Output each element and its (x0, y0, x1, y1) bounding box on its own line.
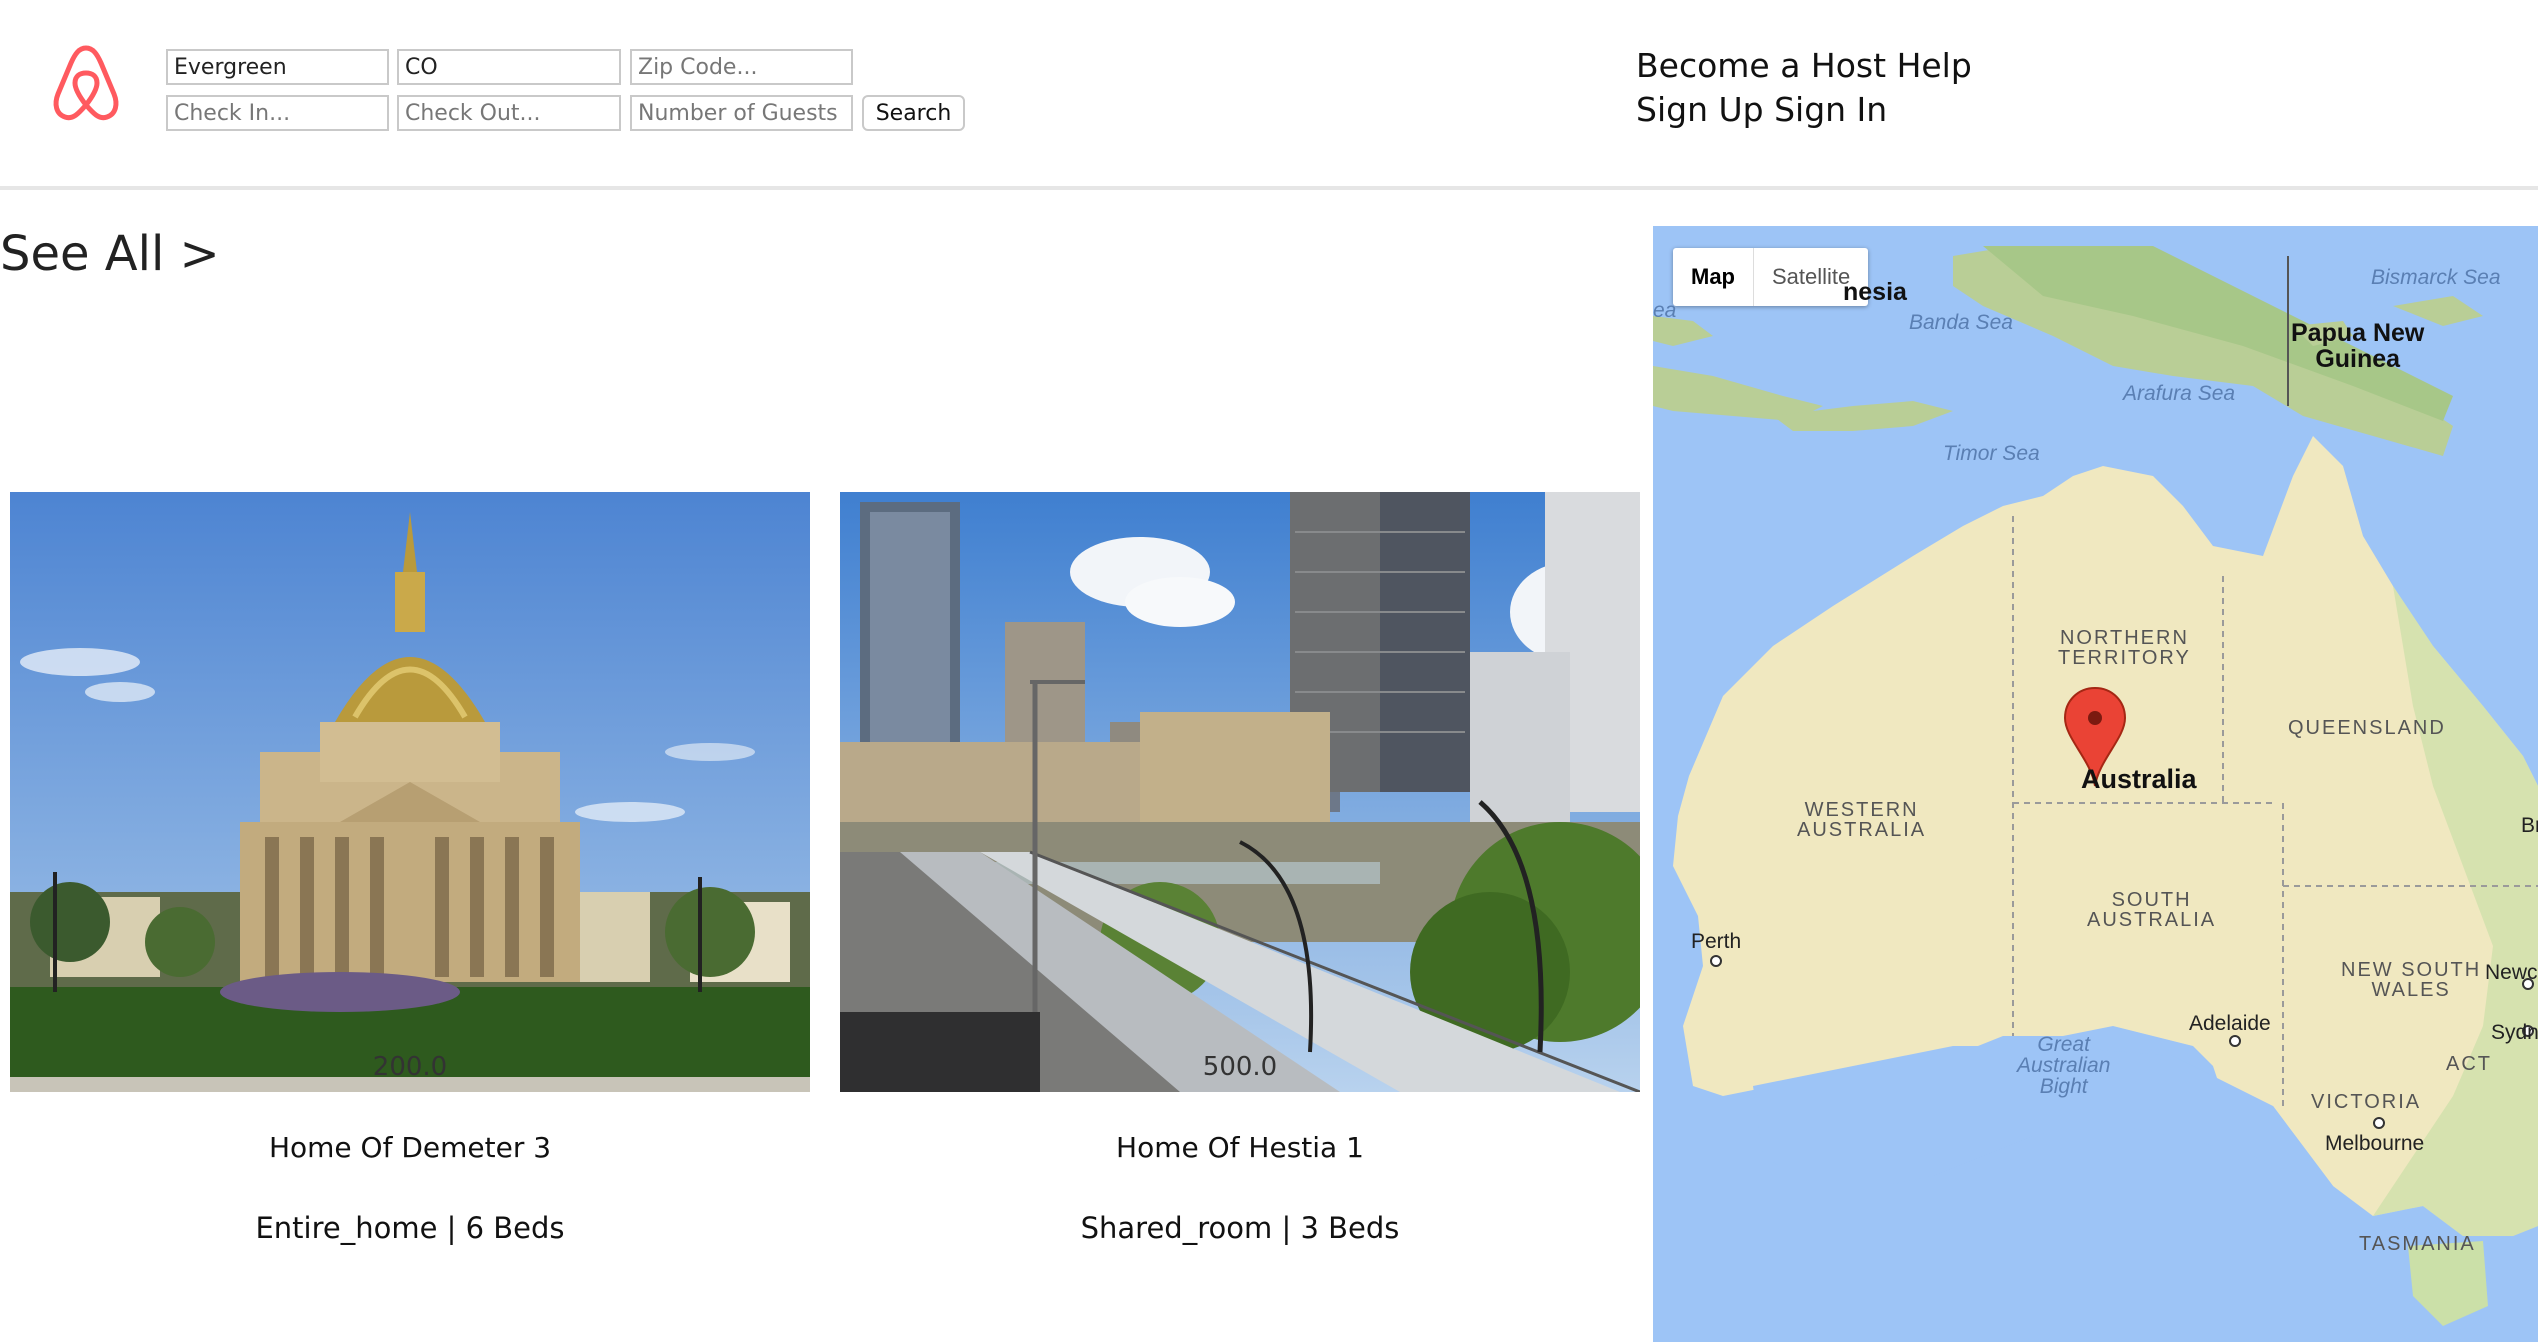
map-label-act: ACT (2446, 1053, 2492, 1075)
map-label-arafura-sea: Arafura Sea (2123, 382, 2236, 405)
guests-input[interactable] (630, 95, 853, 131)
map-label-timor-sea: Timor Sea (1943, 442, 2040, 465)
map-label-victoria: VICTORIA (2311, 1091, 2422, 1113)
airbnb-logo-icon[interactable] (48, 42, 124, 124)
nav-row-2: Sign Up Sign In (1636, 90, 1887, 129)
map-label-queensland: QUEENSLAND (2288, 717, 2446, 739)
map-label-png-line2: Guinea (2315, 345, 2401, 373)
map-label-bismarck-sea: Bismarck Sea (2371, 266, 2501, 289)
map-type-map-button[interactable]: Map (1673, 248, 1754, 306)
sign-up-link[interactable]: Sign Up (1636, 90, 1764, 129)
map-label-adelaide: Adelaide (2189, 1012, 2271, 1035)
map-type-control: Map Satellite (1673, 248, 1869, 306)
map-label-sydney: Sydn (2491, 1021, 2538, 1044)
map-label-nsw-line1: NEW SOUTH (2341, 959, 2482, 981)
map-label-left-sea: ea (1653, 299, 1677, 322)
map-label-gab-line3: Bight (2039, 1075, 2088, 1098)
become-host-link[interactable]: Become a Host (1636, 46, 1886, 85)
map-label-png: Papua New Guinea (2291, 320, 2424, 372)
sign-in-link[interactable]: Sign In (1774, 90, 1887, 129)
map-label-south-australia: SOUTH AUSTRALIA (2087, 890, 2216, 930)
map-label-northern-territory: NORTHERN TERRITORY (2058, 628, 2191, 668)
map-label-sa-line2: AUSTRALIA (2087, 909, 2217, 931)
map-label-brisbane-partial: Br (2521, 814, 2538, 837)
listing-price-1: 200.0 (372, 1052, 448, 1082)
map-label-nt-line1: NORTHERN (2059, 627, 2189, 649)
map-label-banda-sea: Banda Sea (1909, 311, 2013, 334)
check-out-input[interactable] (397, 95, 621, 131)
map-label-gab-line1: Great (2037, 1033, 2090, 1056)
map-label-wa-line2: AUSTRALIA (1797, 819, 1927, 841)
listing-title-1[interactable]: Home Of Demeter 3 (10, 1131, 810, 1164)
listing-photo-1[interactable] (10, 492, 810, 1092)
zip-code-input[interactable] (630, 49, 853, 85)
top-header: Search Become a Host Help Sign Up Sign I… (0, 0, 2538, 190)
map-label-newcastle: Newc (2485, 961, 2538, 984)
map-label-gab-line2: Australian (2017, 1054, 2111, 1077)
map-label-nt-line2: TERRITORY (2058, 647, 2191, 669)
nav-row-1: Become a Host Help (1636, 46, 1972, 85)
listing-price-2: 500.0 (1202, 1052, 1278, 1082)
map-label-nsw: NEW SOUTH WALES (2341, 960, 2481, 1000)
state-input[interactable] (397, 49, 621, 85)
map-label-indonesia: nesia (1843, 278, 1907, 306)
check-in-input[interactable] (166, 95, 389, 131)
listing-meta-2: Shared_room | 3 Beds (1080, 1211, 1400, 1245)
map-label-nsw-line2: WALES (2371, 979, 2451, 1001)
map-view[interactable]: Map Satellite nesia Banda Sea Bismarck S… (1653, 226, 2538, 1342)
map-label-tasmania: TASMANIA (2359, 1233, 2476, 1255)
city-input[interactable] (166, 49, 389, 85)
search-button[interactable]: Search (862, 95, 965, 131)
map-label-png-line1: Papua New (2291, 319, 2425, 347)
listing-meta-1: Entire_home | 6 Beds (255, 1211, 565, 1245)
listing-title-2[interactable]: Home Of Hestia 1 (840, 1131, 1640, 1164)
listing-photo-2[interactable] (840, 492, 1640, 1092)
map-label-australia: Australia (2081, 764, 2197, 794)
map-label-western-australia: WESTERN AUSTRALIA (1797, 800, 1926, 840)
see-all-link[interactable]: See All > (0, 226, 220, 282)
help-link[interactable]: Help (1897, 46, 1972, 85)
map-label-great-australian-bight: Great Australian Bight (2017, 1034, 2110, 1097)
map-label-perth: Perth (1691, 930, 1742, 953)
map-label-wa-line1: WESTERN (1804, 799, 1919, 821)
map-label-melbourne: Melbourne (2325, 1132, 2425, 1155)
map-label-sa-line1: SOUTH (2111, 889, 2192, 911)
